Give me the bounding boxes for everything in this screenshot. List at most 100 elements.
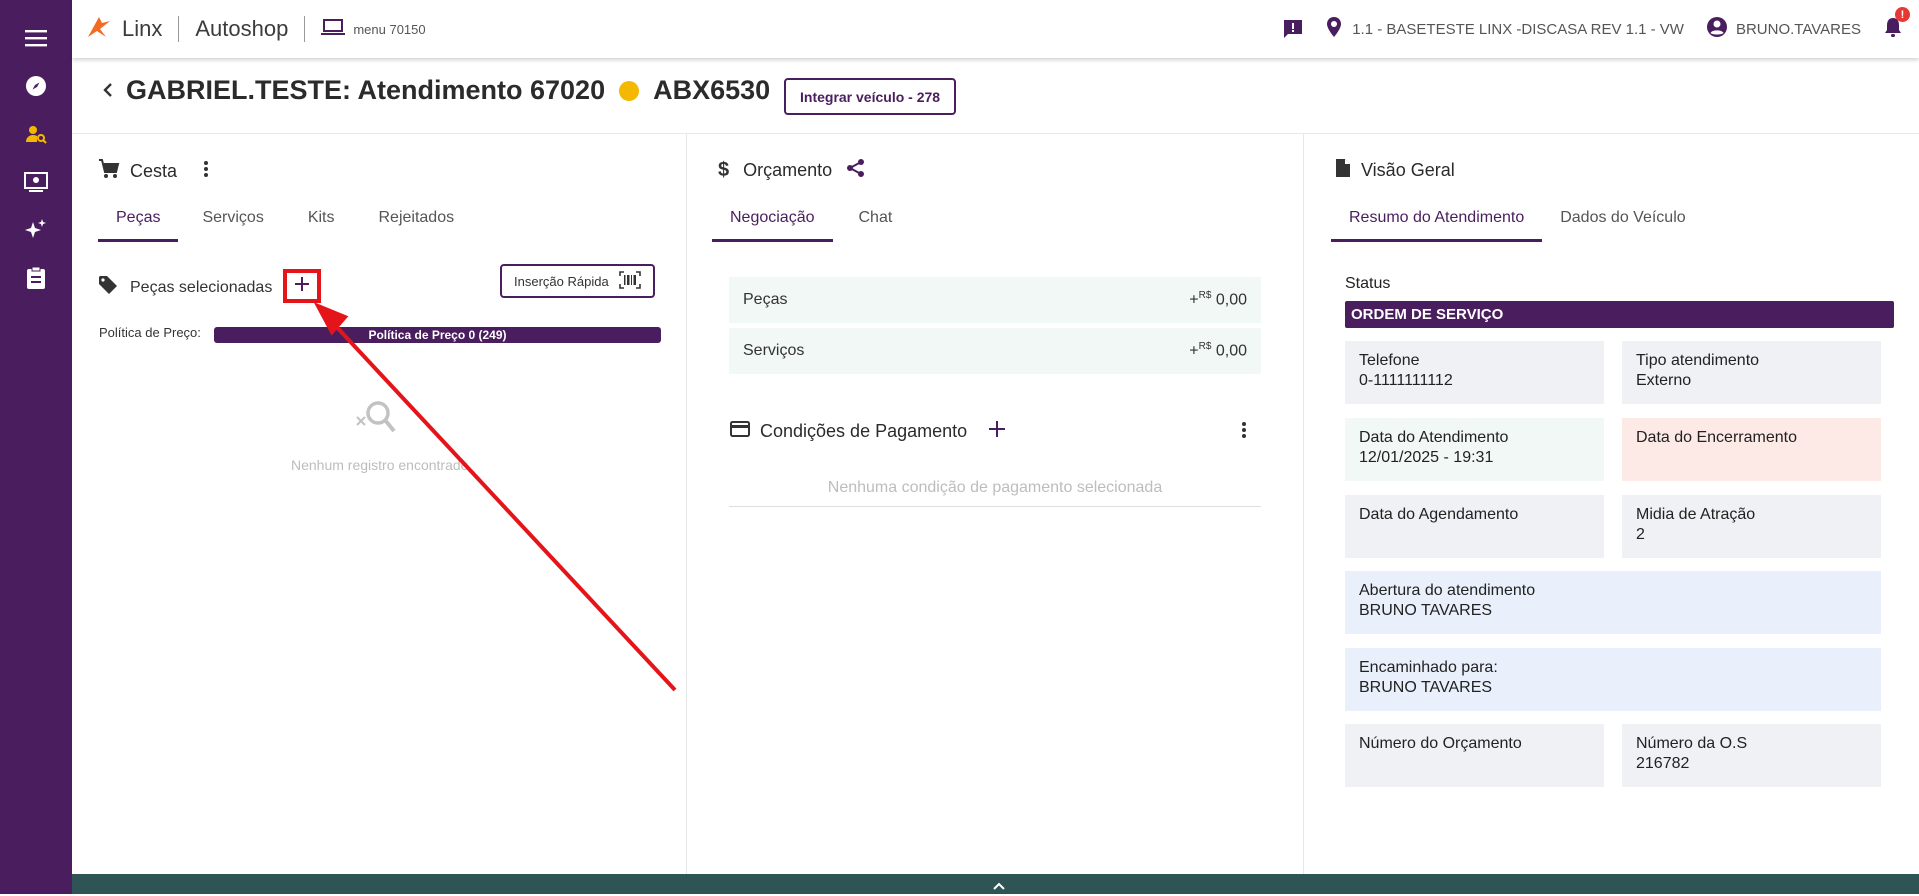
cesta-more-icon[interactable] — [203, 160, 209, 183]
info-value: 2 — [1636, 526, 1645, 543]
brand[interactable]: Linx Autoshop menu 70150 — [86, 14, 426, 44]
info-midia-atracao: Midia de Atração 2 — [1622, 495, 1881, 558]
info-label: Data do Agendamento — [1359, 506, 1519, 523]
integrate-vehicle-button[interactable]: Integrar veículo - 278 — [784, 78, 957, 115]
status-label: Status — [1345, 275, 1391, 292]
notification-badge: ! — [1895, 7, 1910, 22]
info-label: Abertura do atendimento — [1359, 582, 1536, 599]
info-tipo-atendimento: Tipo atendimento Externo — [1622, 341, 1881, 404]
tab-kits[interactable]: Kits — [282, 198, 353, 242]
chevron-up-icon[interactable] — [992, 878, 1006, 896]
cart-icon — [98, 158, 120, 185]
orcamento-title: $ Orçamento — [718, 158, 866, 183]
top-bar: Linx Autoshop menu 70150 1.1 - BASETESTE… — [72, 0, 1919, 58]
tab-servicos[interactable]: Serviços — [178, 198, 281, 242]
title-text: GABRIEL.TESTE: Atendimento 67020 — [126, 75, 606, 105]
user-menu[interactable]: BRUNO.TAVARES — [1706, 16, 1861, 42]
info-data-encerramento: Data do Encerramento — [1622, 418, 1881, 481]
status-value: ORDEM DE SERVIÇO — [1345, 301, 1894, 328]
add-part-button[interactable] — [283, 269, 321, 303]
info-value: BRUNO TAVARES — [1359, 679, 1493, 696]
location[interactable]: 1.1 - BASETESTE LINX -DISCASA REV 1.1 - … — [1326, 16, 1684, 42]
cesta-tabs: Peças Serviços Kits Rejeitados — [98, 198, 472, 242]
payment-more-icon[interactable] — [1241, 421, 1247, 444]
top-right-area: 1.1 - BASETESTE LINX -DISCASA REV 1.1 - … — [1260, 7, 1910, 42]
search-off-icon — [356, 399, 396, 440]
info-value: Externo — [1636, 372, 1692, 389]
info-numero-orcamento: Número do Orçamento — [1345, 724, 1604, 787]
sparkle-icon[interactable] — [22, 216, 50, 244]
price-row-value: +R$ 0,00 — [1189, 290, 1247, 309]
plus-icon — [295, 276, 309, 296]
info-label: Telefone — [1359, 352, 1420, 369]
selected-parts-label: Peças selecionadas — [130, 278, 273, 296]
orcamento-tabs: Negociação Chat — [712, 198, 910, 242]
orcamento-panel: $ Orçamento Negociação Chat Peças +R$ 0,… — [688, 134, 1304, 874]
visao-tabs: Resumo do Atendimento Dados do Veículo — [1331, 198, 1704, 242]
footer-bar — [72, 874, 1919, 894]
cesta-title: Cesta — [98, 158, 209, 185]
quick-insert-button[interactable]: Inserção Rápida — [500, 264, 655, 298]
price-policy-select[interactable]: Política de Preço 0 (249) — [214, 327, 661, 343]
info-numero-os: Número da O.S 216782 — [1622, 724, 1881, 787]
tab-chat[interactable]: Chat — [833, 198, 911, 242]
product-name: Autoshop — [195, 16, 289, 41]
tab-dados-veiculo[interactable]: Dados do Veículo — [1542, 198, 1703, 242]
brand-name: Linx — [122, 16, 163, 41]
divider — [178, 16, 180, 42]
quick-insert-label: Inserção Rápida — [514, 273, 609, 289]
status-dot — [619, 80, 640, 101]
price-policy-label: Política de Preço: — [99, 325, 201, 340]
tab-rejeitados[interactable]: Rejeitados — [353, 198, 473, 242]
back-chevron-icon[interactable] — [102, 82, 114, 103]
info-value: 216782 — [1636, 755, 1690, 772]
add-payment-icon[interactable] — [989, 421, 1006, 442]
account-circle-icon — [1706, 16, 1728, 42]
laptop-icon — [321, 18, 346, 41]
linx-logo-icon — [86, 15, 112, 44]
empty-parts-message: Nenhum registro encontrado — [291, 457, 469, 473]
visao-title-text: Visão Geral — [1361, 160, 1455, 180]
price-row-servicos: Serviços +R$ 0,00 — [729, 328, 1261, 374]
info-telefone: Telefone 0-1111111112 — [1345, 341, 1604, 404]
info-encaminhado: Encaminhado para: BRUNO TAVARES — [1345, 648, 1881, 711]
payment-title: Condições de Pagamento — [760, 421, 968, 441]
tab-negociacao[interactable]: Negociação — [712, 198, 833, 242]
info-label: Midia de Atração — [1636, 506, 1756, 523]
location-pin-icon — [1326, 16, 1342, 42]
price-row-label: Peças — [743, 291, 788, 308]
location-text: 1.1 - BASETESTE LINX -DISCASA REV 1.1 - … — [1352, 20, 1684, 38]
compass-icon[interactable] — [22, 72, 50, 100]
info-data-agendamento: Data do Agendamento — [1345, 495, 1604, 558]
monitor-icon[interactable] — [22, 168, 50, 196]
tab-resumo[interactable]: Resumo do Atendimento — [1331, 198, 1543, 242]
cesta-title-text: Cesta — [130, 161, 178, 181]
payment-header: Condições de Pagamento — [730, 421, 1006, 442]
info-abertura: Abertura do atendimento BRUNO TAVARES — [1345, 571, 1881, 634]
info-label: Número da O.S — [1636, 735, 1748, 752]
info-value: 0-1111111112 — [1359, 372, 1453, 389]
sidebar — [0, 0, 72, 894]
orcamento-title-text: Orçamento — [743, 160, 833, 180]
dollar-icon: $ — [718, 159, 730, 181]
visao-title: Visão Geral — [1335, 158, 1455, 183]
info-value: 12/01/2025 - 19:31 — [1359, 449, 1494, 466]
user-search-icon[interactable] — [22, 120, 50, 148]
visao-geral-panel: Visão Geral Resumo do Atendimento Dados … — [1305, 134, 1919, 874]
credit-card-icon — [730, 421, 750, 442]
document-icon — [1335, 158, 1351, 183]
notifications-bell[interactable]: ! — [1883, 7, 1910, 42]
clipboard-icon[interactable] — [22, 264, 50, 292]
feedback-icon[interactable] — [1282, 18, 1304, 40]
price-row-label: Serviços — [743, 342, 805, 359]
menu-icon[interactable] — [22, 24, 50, 52]
divider — [304, 16, 306, 42]
info-label: Data do Atendimento — [1359, 429, 1509, 446]
info-label: Tipo atendimento — [1636, 352, 1760, 369]
user-name: BRUNO.TAVARES — [1735, 20, 1861, 38]
share-icon[interactable] — [846, 158, 866, 183]
tab-pecas[interactable]: Peças — [98, 198, 179, 242]
payment-empty-message: Nenhuma condição de pagamento selecionad… — [729, 479, 1261, 507]
info-label: Encaminhado para: — [1359, 659, 1498, 676]
info-label: Número do Orçamento — [1359, 735, 1522, 752]
